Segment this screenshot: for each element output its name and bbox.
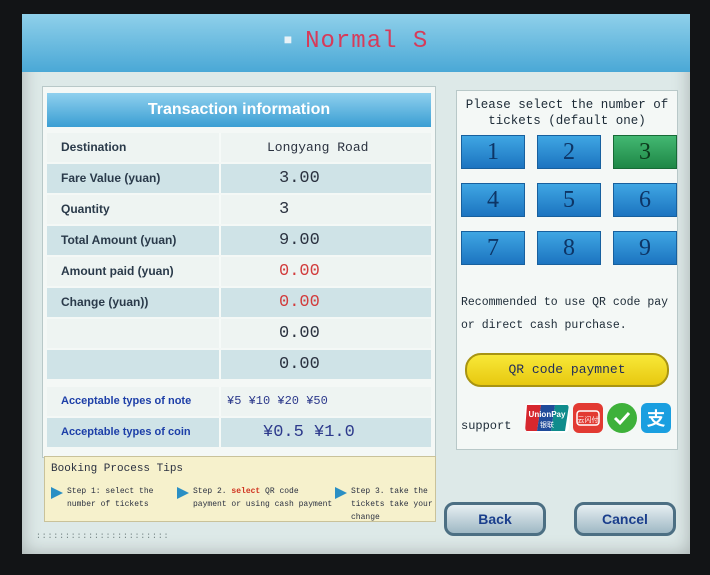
notes-value: ¥5 ¥10 ¥20 ¥50 xyxy=(227,394,328,408)
step-3-prefix: Step 3. xyxy=(351,487,385,496)
quantity-label: Quantity xyxy=(61,202,110,216)
row-divider xyxy=(219,195,221,224)
alipay-glyph: 支 xyxy=(646,408,666,430)
coins-row: Acceptable types of coin ¥0.5 ¥1.0 xyxy=(47,418,431,447)
row-divider xyxy=(219,319,221,348)
coins-label: Acceptable types of coin xyxy=(61,426,191,438)
total-value: 9.00 xyxy=(279,231,320,250)
transaction-title: Transaction information xyxy=(47,93,431,127)
destination-value: Longyang Road xyxy=(267,140,369,155)
step-3: Step 3. take the tickets take your chang… xyxy=(351,485,433,524)
ticket-panel: Please select the number of tickets (def… xyxy=(456,90,678,450)
ticket-count-6-button[interactable]: 6 xyxy=(613,183,677,217)
page-title-text: Normal S xyxy=(305,28,429,55)
quantity-value: 3 xyxy=(279,200,290,219)
unionpay-icon: UnionPay 银联 xyxy=(525,403,569,433)
cancel-button[interactable]: Cancel xyxy=(574,502,676,536)
ticket-count-9-button[interactable]: 9 xyxy=(613,231,677,265)
row-divider xyxy=(219,226,221,255)
fare-value: 3.00 xyxy=(279,169,320,188)
row-divider xyxy=(219,164,221,193)
total-row: Total Amount (yuan) 9.00 xyxy=(47,226,431,255)
qr-code-payment-button[interactable]: QR code paymnet xyxy=(465,353,669,387)
step-2: Step 2. select QR code payment or using … xyxy=(193,485,333,511)
unionpay-text: UnionPay xyxy=(529,410,566,419)
extra-value: 0.00 xyxy=(279,324,320,343)
ticket-count-2-button[interactable]: 2 xyxy=(537,135,601,169)
row-divider xyxy=(219,418,221,447)
fare-label: Fare Value (yuan) xyxy=(61,171,161,185)
unionpay-sub-text: 银联 xyxy=(540,420,554,429)
row-divider xyxy=(219,288,221,317)
transaction-panel: Transaction information Destination Long… xyxy=(42,86,436,458)
extra-row: 0.00 xyxy=(47,319,431,348)
row-divider xyxy=(219,133,221,162)
destination-label: Destination xyxy=(61,140,127,154)
alipay-icon: 支 xyxy=(641,403,671,433)
back-button[interactable]: Back xyxy=(444,502,546,536)
row-divider xyxy=(219,387,221,416)
destination-row: Destination Longyang Road xyxy=(47,133,431,162)
kiosk-screen: ■ Normal S Transaction information Destin… xyxy=(22,14,690,554)
ticket-count-8-button[interactable]: 8 xyxy=(537,231,601,265)
total-label: Total Amount (yuan) xyxy=(61,233,177,247)
payment-recommendation: Recommended to use QR code pay or direct… xyxy=(461,296,669,332)
change-value: 0.00 xyxy=(279,293,320,312)
step-2-emphasis: select xyxy=(231,487,261,496)
tips-title: Booking Process Tips xyxy=(51,463,184,475)
arrow-right-icon xyxy=(177,487,189,499)
ticket-count-3-button[interactable]: 3 xyxy=(613,135,677,169)
ticket-count-5-button[interactable]: 5 xyxy=(537,183,601,217)
fare-row: Fare Value (yuan) 3.00 xyxy=(47,164,431,193)
arrow-right-icon xyxy=(335,487,347,499)
amount-paid-label: Amount paid (yuan) xyxy=(61,264,174,278)
arrow-right-icon xyxy=(51,487,63,499)
step-1-prefix: Step 1: xyxy=(67,487,101,496)
ticket-count-7-button[interactable]: 7 xyxy=(461,231,525,265)
wechat-pay-icon xyxy=(607,403,637,433)
amount-paid-row: Amount paid (yuan) 0.00 xyxy=(47,257,431,286)
cloud-quickpass-icon: 云闪付 xyxy=(573,403,603,433)
amount-paid-value: 0.00 xyxy=(279,262,320,281)
title-bullet-icon: ■ xyxy=(283,32,294,49)
ticket-count-1-button[interactable]: 1 xyxy=(461,135,525,169)
row-divider xyxy=(219,257,221,286)
ticket-count-4-button[interactable]: 4 xyxy=(461,183,525,217)
notes-row: Acceptable types of note ¥5 ¥10 ¥20 ¥50 xyxy=(47,387,431,416)
support-label: support xyxy=(461,419,512,433)
page-title: ■ Normal S xyxy=(284,28,429,55)
change-row: Change (yuan)) 0.00 xyxy=(47,288,431,317)
coins-value: ¥0.5 ¥1.0 xyxy=(263,423,355,442)
title-bar: ■ Normal S xyxy=(22,14,690,72)
decorative-dots: ::::::::::::::::::::::: xyxy=(36,532,170,541)
row-divider xyxy=(219,350,221,379)
extra-value: 0.00 xyxy=(279,355,320,374)
quantity-row: Quantity 3 xyxy=(47,195,431,224)
step-1: Step 1: select the number of tickets xyxy=(67,485,177,511)
change-label: Change (yuan)) xyxy=(61,295,149,309)
extra-row: 0.00 xyxy=(47,350,431,379)
booking-tips: Booking Process Tips Step 1: select the … xyxy=(44,456,436,522)
quickpass-text: 云闪付 xyxy=(578,415,599,424)
step-2-prefix: Step 2. xyxy=(193,487,227,496)
notes-label: Acceptable types of note xyxy=(61,395,192,407)
ticket-prompt: Please select the number of tickets (def… xyxy=(465,98,669,128)
